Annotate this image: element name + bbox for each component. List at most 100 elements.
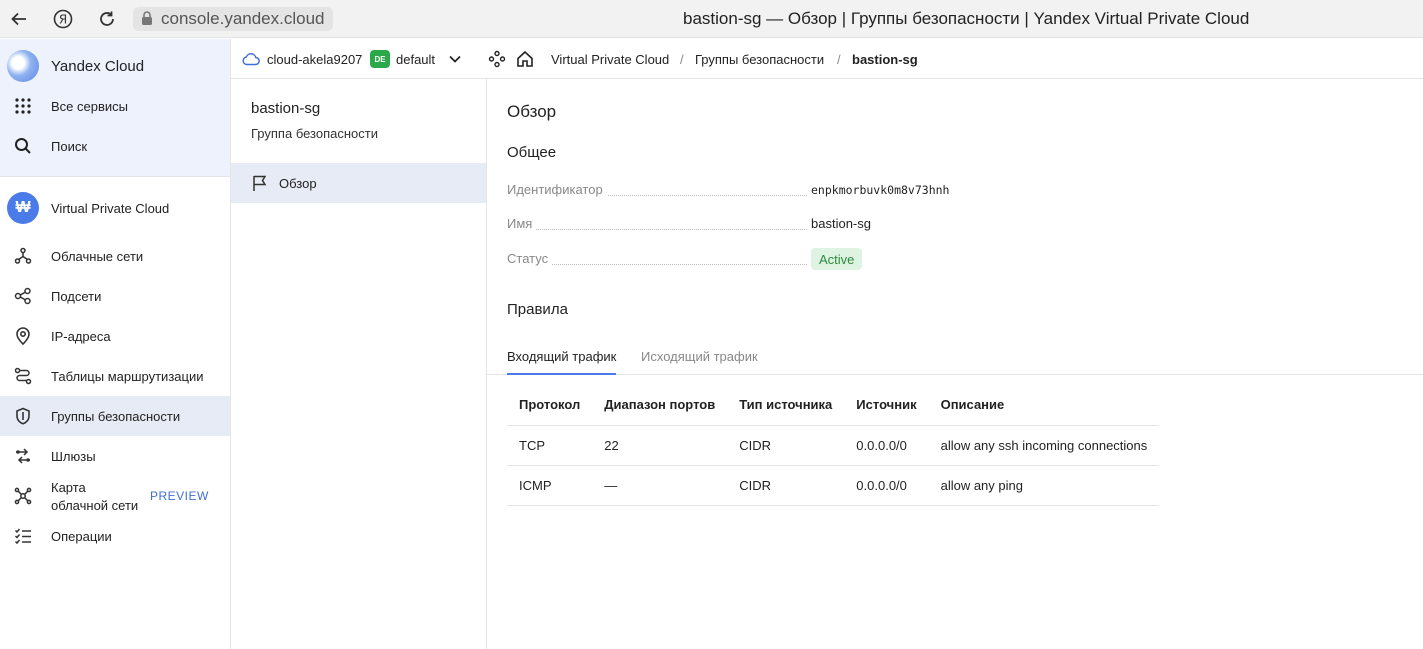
subnav-item-overview[interactable]: Обзор [231,163,486,203]
lock-icon [141,10,153,28]
page-title: bastion-sg — Обзор | Группы безопасности… [683,9,1250,28]
field-label: Идентификатор [507,182,607,197]
cell-source: 0.0.0.0/0 [844,465,929,506]
preview-badge: PREVIEW [150,489,209,503]
sidebar-item-label: Все сервисы [51,98,128,114]
resource-subnav: bastion-sg Группа безопасности Обзор [231,79,487,649]
main-content: Обзор Общее Идентификатор enpkmorbuvk0m8… [487,79,1423,649]
sidebar-item-all-services[interactable]: Все сервисы [0,86,230,126]
address-bar[interactable]: console.yandex.cloud [133,7,333,31]
cell-source-type: CIDR [727,425,845,466]
column-header: Источник [844,385,929,426]
tab-egress[interactable]: Исходящий трафик [641,349,758,375]
yandex-browser-icon[interactable]: Я [51,7,75,31]
header-bar: cloud-akela9207 DE default Virtual Priva… [231,39,1423,79]
sidebar-item-label: IP-адреса [51,328,111,344]
resource-title: bastion-sg [251,100,321,117]
table-row[interactable]: TCP 22 CIDR 0.0.0.0/0 allow any ssh inco… [507,425,1160,466]
brand-label: Yandex Cloud [51,57,145,75]
sidebar-item-label: Карта облачной сети [51,479,138,515]
field-label: Имя [507,216,537,231]
rules-tabs: Входящий трафик Исходящий трафик [487,341,1423,375]
sidebar-item-operations[interactable]: Операции [0,516,230,556]
back-icon[interactable] [7,7,31,31]
breadcrumb-separator: / [837,51,841,67]
cell-description: allow any ssh incoming connections [928,425,1160,466]
list-check-icon [12,525,34,547]
sidebar-item-label: Поиск [51,138,88,154]
map-label-line2: облачной сети [51,498,139,513]
map-icon [12,485,34,507]
column-header: Диапазон портов [592,385,728,426]
yandex-cloud-logo-icon [7,50,39,82]
sidebar-item-label: Шлюзы [51,448,96,464]
cloud-selector[interactable]: cloud-akela9207 [242,39,362,79]
sidebar-item-label: Операции [51,528,112,544]
sidebar-item-gateways[interactable]: Шлюзы [0,436,230,476]
sidebar-service-header[interactable]: ₩ Virtual Private Cloud [0,188,230,228]
column-header: Тип источника [727,385,845,426]
reload-icon[interactable] [95,7,119,31]
svg-text:Я: Я [59,13,67,27]
services-graph-icon[interactable] [488,39,506,79]
network-icon [12,245,34,267]
sidebar-item-ip-addresses[interactable]: IP-адреса [0,316,230,356]
field-identifier: Идентификатор enpkmorbuvk0m8v73hnh [507,182,957,202]
status-badge: Active [811,248,863,270]
map-label-line1: Карта [51,480,86,495]
cell-protocol: TCP [507,425,593,466]
cell-description: allow any ping [928,465,1160,506]
rules-heading: Правила [507,301,568,318]
sidebar-item-search[interactable]: Поиск [0,126,230,166]
column-header: Описание [928,385,1160,426]
rules-table: Протокол Диапазон портов Тип источника И… [507,385,1160,506]
sidebar-item-network-map[interactable]: Карта облачной сети PREVIEW [0,476,230,516]
cloud-name: cloud-akela9207 [267,51,363,67]
sidebar-item-label: Облачные сети [51,248,144,264]
breadcrumb-security-groups[interactable]: Группы безопасности [695,39,824,79]
sidebar-brand[interactable]: Yandex Cloud [0,46,230,86]
resource-type: Группа безопасности [251,126,378,141]
sidebar-item-label: Подсети [51,288,102,304]
main-sidebar: Yandex Cloud Все сервисы Поиск ₩ Virtual… [0,39,231,649]
sidebar-item-subnets[interactable]: Подсети [0,276,230,316]
identifier-value[interactable]: enpkmorbuvk0m8v73hnh [811,183,949,197]
browser-toolbar: Я console.yandex.cloud bastion-sg — Обзо… [0,0,1423,38]
cell-source: 0.0.0.0/0 [844,425,929,466]
cell-port-range: — [592,465,728,506]
field-label: Статус [507,251,553,266]
location-pin-icon [12,325,34,347]
address-url: console.yandex.cloud [161,9,325,28]
table-header-row: Протокол Диапазон портов Тип источника И… [507,385,1160,426]
breadcrumb-current: bastion-sg [852,51,918,67]
grid-icon [12,95,34,117]
breadcrumb-vpc[interactable]: Virtual Private Cloud [551,39,669,79]
home-icon[interactable] [516,39,534,79]
breadcrumb-separator: / [680,51,684,67]
subnav-item-label: Обзор [279,175,317,191]
cell-source-type: CIDR [727,465,845,506]
field-status: Статус Active [507,248,957,271]
flag-icon [251,174,269,192]
route-icon [12,365,34,387]
vpc-service-icon: ₩ [7,192,39,224]
search-icon [12,135,34,157]
sidebar-item-label: Таблицы маршрутизации [51,368,204,384]
sidebar-item-security-groups[interactable]: Группы безопасности [0,396,230,436]
tab-ingress[interactable]: Входящий трафик [507,349,617,375]
name-value: bastion-sg [811,216,871,231]
dotted-leader [507,229,807,230]
field-name: Имя bastion-sg [507,216,957,236]
folder-selector[interactable]: DE default [370,39,461,79]
table-row[interactable]: ICMP — CIDR 0.0.0.0/0 allow any ping [507,465,1160,506]
cell-protocol: ICMP [507,465,593,506]
sidebar-item-label: Группы безопасности [51,408,181,424]
cell-port-range: 22 [592,425,728,466]
folder-badge: DE [370,50,390,68]
general-heading: Общее [507,144,557,161]
sidebar-item-cloud-networks[interactable]: Облачные сети [0,236,230,276]
column-header: Протокол [507,385,593,426]
section-title: Обзор [507,102,557,121]
sidebar-item-route-tables[interactable]: Таблицы маршрутизации [0,356,230,396]
gateway-icon [12,445,34,467]
